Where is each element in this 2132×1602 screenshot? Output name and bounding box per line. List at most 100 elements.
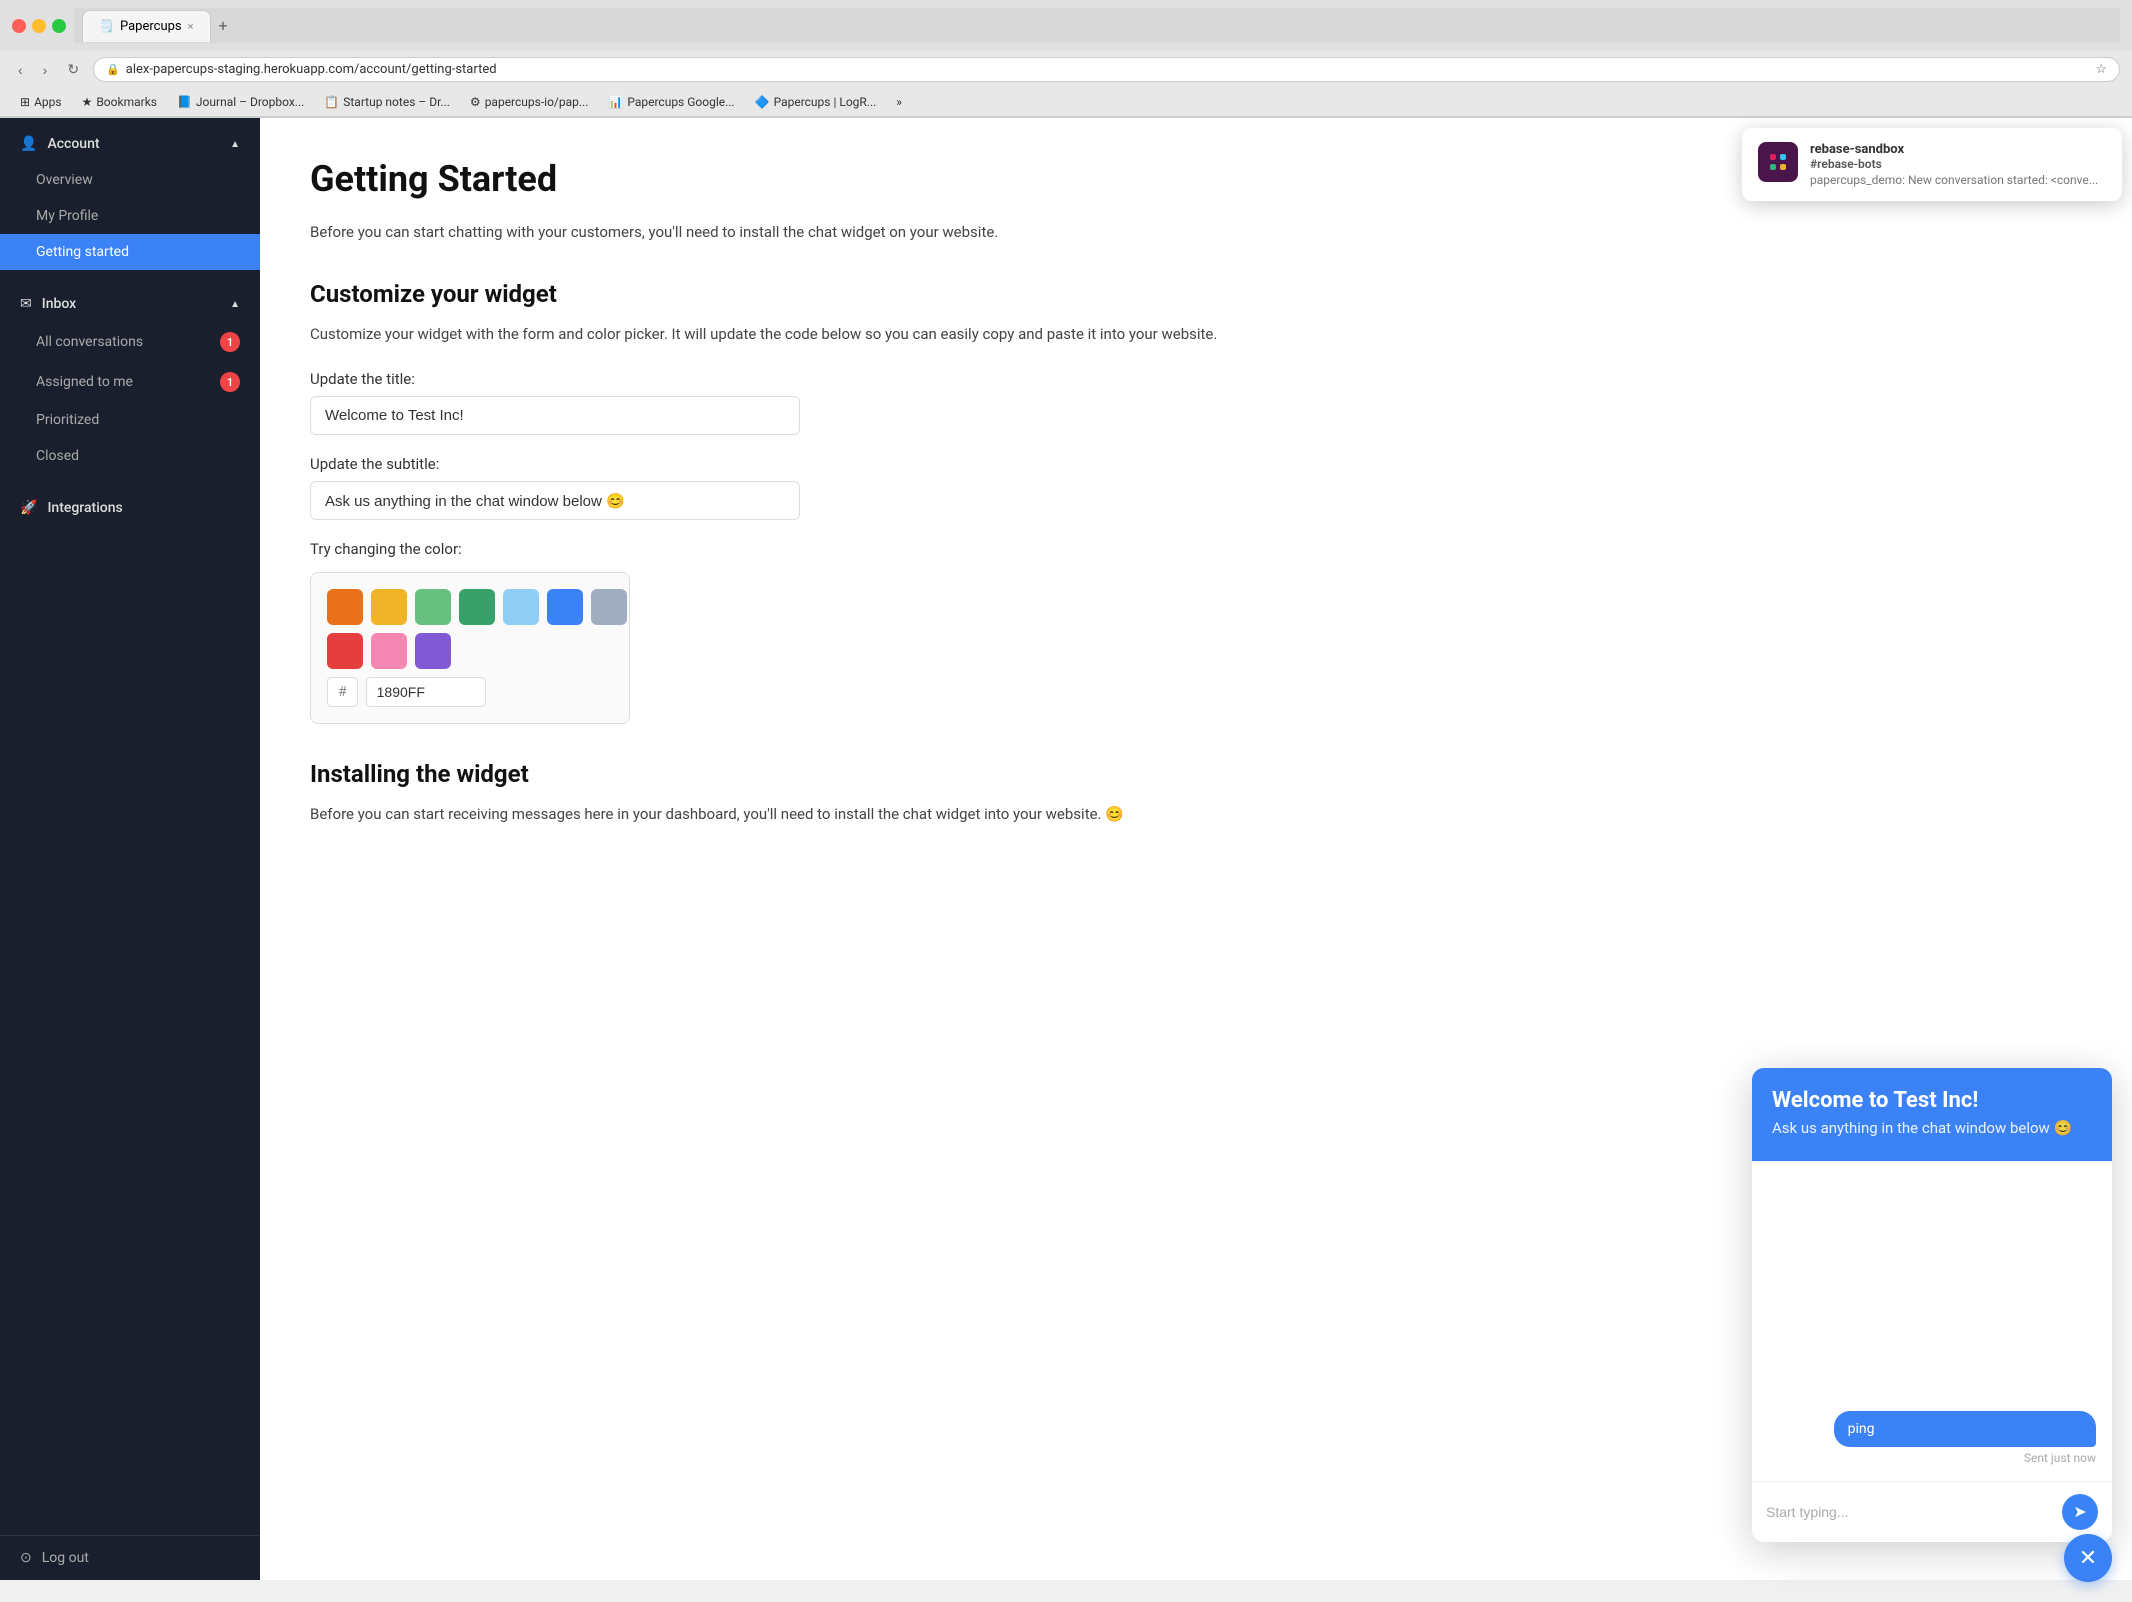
color-swatch-pink[interactable] [371,633,407,669]
sidebar-bottom: ⊙ Log out [0,1535,260,1580]
bookmark-journal-label: Journal – Dropbox... [196,95,304,109]
color-swatches [327,589,613,669]
chat-message-time: Sent just now [1768,1451,2096,1465]
address-text: alex-papercups-staging.herokuapp.com/acc… [126,62,2090,77]
slack-notification-content: rebase-sandbox #rebase-bots papercups_de… [1810,142,2106,187]
color-swatch-gray[interactable] [591,589,627,625]
logout-icon: ⊙ [20,1550,32,1566]
sidebar-item-all-conversations[interactable]: All conversations 1 [0,322,260,362]
chat-header-title: Welcome to Test Inc! [1772,1088,2092,1113]
bookmark-logr-label: Papercups | LogR... [774,95,877,109]
integrations-label: Integrations [47,500,122,516]
page-intro: Before you can start chatting with your … [310,220,2082,244]
prioritized-label: Prioritized [36,412,99,428]
bookmark-bookmarks[interactable]: ★ Bookmarks [74,92,165,112]
reload-button[interactable]: ↻ [61,57,85,82]
bookmark-logr[interactable]: 🔷 Papercups | LogR... [747,92,885,112]
color-swatch-green[interactable] [459,589,495,625]
browser-chrome: 🗒️ Papercups × + ‹ › ↻ 🔒 alex-papercups-… [0,0,2132,118]
person-icon: 👤 [20,136,37,152]
github-icon: ⚙ [470,95,481,109]
sidebar-item-assigned-to-me[interactable]: Assigned to me 1 [0,362,260,402]
address-bar[interactable]: 🔒 alex-papercups-staging.herokuapp.com/a… [93,57,2120,82]
color-swatch-yellow[interactable] [371,589,407,625]
browser-tab-bar: 🗒️ Papercups × + [74,8,2120,43]
sidebar: 👤 Account ▲ Overview My Profile Getting … [0,118,260,1580]
bookmark-startup-label: Startup notes – Dr... [343,95,450,109]
install-intro: Before you can start receiving messages … [310,802,2082,826]
forward-button[interactable]: › [37,58,54,82]
hex-prefix-label: # [327,677,358,707]
bookmark-more[interactable]: » [888,92,910,112]
customize-section-desc: Customize your widget with the form and … [310,322,2082,346]
sidebar-item-getting-started[interactable]: Getting started [0,234,260,270]
browser-titlebar: 🗒️ Papercups × + [0,0,2132,51]
bookmark-journal[interactable]: 📘 Journal – Dropbox... [169,92,312,112]
chat-messages-area: ping Sent just now [1752,1161,2112,1481]
bookmark-github-label: papercups-io/pap... [485,95,589,109]
sidebar-item-closed[interactable]: Closed [0,438,260,474]
chat-footer: ➤ [1752,1481,2112,1542]
color-swatch-light-green[interactable] [415,589,451,625]
integrations-icon: 🚀 [20,500,37,516]
sidebar-item-prioritized[interactable]: Prioritized [0,402,260,438]
bookmark-google[interactable]: 📊 Papercups Google... [600,92,742,112]
maximize-dot[interactable] [52,19,66,33]
bookmark-google-label: Papercups Google... [627,95,734,109]
minimize-dot[interactable] [32,19,46,33]
bookmark-github[interactable]: ⚙ papercups-io/pap... [462,92,596,112]
integrations-section-header[interactable]: 🚀 Integrations [0,490,260,526]
color-swatch-light-blue[interactable] [503,589,539,625]
chat-text-input[interactable] [1766,1504,2054,1520]
title-label: Update the title: [310,370,2082,388]
dropbox-icon: 📘 [177,95,192,109]
bookmark-bookmarks-label: Bookmarks [96,95,157,109]
browser-dots [12,19,66,33]
logr-icon: 🔷 [755,95,770,109]
inbox-chevron-icon: ▲ [230,299,240,310]
chart-icon: 📊 [608,95,623,109]
star-icon: ★ [82,95,93,109]
browser-toolbar: ‹ › ↻ 🔒 alex-papercups-staging.herokuapp… [0,51,2132,88]
bookmark-apps[interactable]: ⊞ Apps [12,92,70,112]
closed-label: Closed [36,448,79,464]
chat-header-subtitle: Ask us anything in the chat window below… [1772,1119,2092,1137]
color-form-group: Try changing the color: # [310,540,2082,724]
browser-tab[interactable]: 🗒️ Papercups × [82,10,211,42]
bookmark-startup[interactable]: 📋 Startup notes – Dr... [316,92,458,112]
subtitle-label: Update the subtitle: [310,455,2082,473]
subtitle-input[interactable] [310,481,800,520]
new-tab-button[interactable]: + [211,8,236,43]
slack-notification-popup[interactable]: rebase-sandbox #rebase-bots papercups_de… [1742,128,2122,201]
bookmark-apps-label: Apps [34,95,62,109]
sidebar-item-my-profile[interactable]: My Profile [0,198,260,234]
tab-close-button[interactable]: × [188,20,194,33]
inbox-section-header[interactable]: ✉ Inbox ▲ [0,286,260,322]
my-profile-label: My Profile [36,208,98,224]
tab-title: Papercups [120,19,182,34]
color-swatch-orange[interactable] [327,589,363,625]
close-dot[interactable] [12,19,26,33]
chat-send-button[interactable]: ➤ [2062,1494,2098,1530]
sidebar-item-overview[interactable]: Overview [0,162,260,198]
account-section-header[interactable]: 👤 Account ▲ [0,126,260,162]
customize-section-title: Customize your widget [310,280,2082,308]
slack-workspace-name: rebase-sandbox [1810,142,2106,157]
slack-channel-name: #rebase-bots [1810,157,2106,171]
title-input[interactable] [310,396,800,435]
title-form-group: Update the title: [310,370,2082,435]
sidebar-logout-button[interactable]: ⊙ Log out [0,1536,260,1580]
chat-close-button[interactable]: ✕ [2064,1534,2112,1582]
all-conversations-badge: 1 [220,332,240,352]
color-swatch-purple[interactable] [415,633,451,669]
more-bookmarks-label: » [896,95,902,109]
hex-color-input[interactable] [366,677,486,707]
back-button[interactable]: ‹ [12,58,29,82]
color-swatch-red[interactable] [327,633,363,669]
account-chevron-icon: ▲ [230,139,240,150]
color-hex-row: # [327,677,613,707]
getting-started-label: Getting started [36,244,129,260]
chat-widget: Welcome to Test Inc! Ask us anything in … [1752,1068,2112,1542]
bookmark-star-icon[interactable]: ☆ [2095,62,2107,77]
color-swatch-blue[interactable] [547,589,583,625]
